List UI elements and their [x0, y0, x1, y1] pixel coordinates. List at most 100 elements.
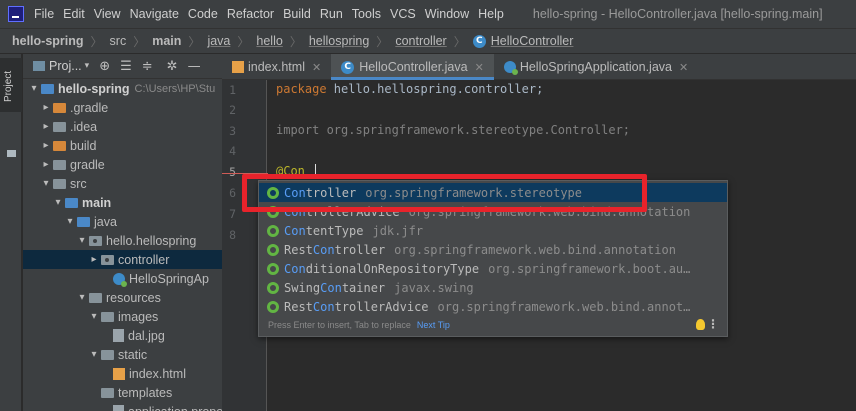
- chevron-right-icon[interactable]: ▸: [39, 102, 53, 113]
- completion-item[interactable]: ContentType jdk.jfr: [259, 221, 727, 240]
- tree-item-hello-hellospring[interactable]: ▾ hello.hellospring: [23, 231, 222, 250]
- line-number: 1: [229, 83, 236, 97]
- tree-item-resources[interactable]: ▾ resources: [23, 288, 222, 307]
- completion-item[interactable]: SwingContainer javax.swing: [259, 278, 727, 297]
- breadcrumb-hellospring[interactable]: hellospring: [309, 34, 369, 48]
- tree-item-dal-jpg[interactable]: dal.jpg: [23, 326, 222, 345]
- menu-navigate[interactable]: Navigate: [130, 7, 179, 21]
- tab-label: HelloController.java: [359, 60, 468, 74]
- completion-item[interactable]: ConditionalOnRepositoryType org.springfra…: [259, 259, 727, 278]
- image-file-icon: [113, 329, 124, 342]
- menu-view[interactable]: View: [94, 7, 121, 21]
- chevron-right-icon[interactable]: ▸: [87, 254, 101, 265]
- chevron-down-icon[interactable]: ▾: [85, 61, 90, 71]
- locate-icon[interactable]: ⊕: [99, 59, 110, 74]
- folder-icon: [53, 159, 66, 170]
- tree-item-images[interactable]: ▾ images: [23, 307, 222, 326]
- breadcrumb-src[interactable]: src: [110, 34, 127, 48]
- next-tip-link[interactable]: Next Tip: [417, 320, 450, 330]
- tree-item-controller[interactable]: ▸ controller: [23, 250, 222, 269]
- menu-help[interactable]: Help: [478, 7, 504, 21]
- tab-index-html[interactable]: index.html ✕: [222, 54, 331, 80]
- tree-item-index-html[interactable]: index.html: [23, 364, 222, 383]
- completion-footer: Press Enter to insert, Tab to replace Ne…: [259, 314, 727, 336]
- completion-item-name: RestController: [284, 243, 385, 257]
- completion-item-package: org.springframework.boot.au…: [488, 261, 691, 276]
- tree-item-application-proper[interactable]: application.proper: [23, 402, 222, 411]
- tree-item-src[interactable]: ▾ src: [23, 174, 222, 193]
- menu-tools[interactable]: Tools: [352, 7, 381, 21]
- completion-name-part: Con: [284, 223, 306, 238]
- line-number: 4: [229, 144, 236, 158]
- tree-item-label: static: [118, 347, 148, 362]
- menu-run[interactable]: Run: [320, 7, 343, 21]
- breadcrumb-separator-icon: 〉: [237, 34, 250, 49]
- tree-item-label: dal.jpg: [128, 328, 165, 343]
- resources-folder-icon: [89, 292, 102, 303]
- package-icon: [101, 254, 114, 265]
- tree-item-main[interactable]: ▾ main: [23, 193, 222, 212]
- tree-item-java[interactable]: ▾ java: [23, 212, 222, 231]
- close-icon[interactable]: ✕: [475, 61, 484, 74]
- project-tool-button[interactable]: Project: [0, 58, 22, 112]
- completion-item-package: jdk.jfr: [372, 223, 424, 238]
- close-icon[interactable]: ✕: [679, 61, 688, 74]
- chevron-right-icon[interactable]: ▸: [39, 159, 53, 170]
- project-view-dropdown[interactable]: Proj...: [49, 59, 82, 73]
- chevron-right-icon[interactable]: ▸: [39, 121, 53, 132]
- breadcrumb-project[interactable]: hello-spring: [12, 34, 84, 48]
- chevron-down-icon[interactable]: ▾: [75, 235, 89, 246]
- tab-hellocontroller[interactable]: C HelloController.java ✕: [331, 54, 494, 80]
- breadcrumb-hello[interactable]: hello: [256, 34, 282, 48]
- breadcrumb-java[interactable]: java: [207, 34, 230, 48]
- menu-build[interactable]: Build: [283, 7, 311, 21]
- tree-item-label: application.proper: [128, 405, 222, 411]
- tree-item-gradle[interactable]: ▸ .gradle: [23, 98, 222, 117]
- completion-name-part: Swing: [284, 280, 321, 295]
- folder-icon: [101, 387, 114, 398]
- chevron-down-icon[interactable]: ▾: [87, 311, 101, 322]
- menu-refactor[interactable]: Refactor: [227, 7, 274, 21]
- completion-item[interactable]: RestController org.springframework.web.bi…: [259, 240, 727, 259]
- folder-icon[interactable]: [7, 150, 16, 157]
- html-file-icon: [232, 61, 244, 73]
- tool-window-strip: Project: [0, 54, 22, 411]
- collapse-all-icon[interactable]: ≑: [142, 59, 153, 74]
- close-icon[interactable]: ✕: [312, 61, 321, 74]
- tree-item-idea[interactable]: ▸ .idea: [23, 117, 222, 136]
- menu-window[interactable]: Window: [425, 7, 469, 21]
- tree-item-gradle[interactable]: ▸ gradle: [23, 155, 222, 174]
- menu-edit[interactable]: Edit: [63, 7, 85, 21]
- chevron-down-icon[interactable]: ▾: [75, 292, 89, 303]
- more-options-icon[interactable]: ⋮: [707, 317, 719, 331]
- annotation-class-icon: [267, 224, 279, 237]
- chevron-right-icon[interactable]: ▸: [39, 140, 53, 151]
- chevron-down-icon[interactable]: ▾: [27, 83, 41, 94]
- lightbulb-icon[interactable]: [696, 319, 705, 330]
- breadcrumb-main[interactable]: main: [152, 34, 181, 48]
- tree-item-label: resources: [106, 290, 161, 305]
- chevron-down-icon[interactable]: ▾: [87, 349, 101, 360]
- tree-item-static[interactable]: ▾ static: [23, 345, 222, 364]
- breadcrumb-controller[interactable]: controller: [395, 34, 446, 48]
- menu-vcs[interactable]: VCS: [390, 7, 416, 21]
- tree-item-hello-spring[interactable]: ▾ hello-spring C:\Users\HP\Stu: [23, 79, 222, 98]
- breadcrumb-hellocontroller[interactable]: HelloController: [491, 34, 574, 48]
- expand-all-icon[interactable]: ☰: [120, 59, 132, 74]
- tree-item-build[interactable]: ▸ build: [23, 136, 222, 155]
- chevron-down-icon[interactable]: ▾: [51, 197, 65, 208]
- project-toolbar: Proj... ▾ ⊕ ☰ ≑ ✲ —: [23, 54, 222, 79]
- menu-code[interactable]: Code: [188, 7, 218, 21]
- code-text: hello.hellospring.controller;: [326, 82, 544, 96]
- tab-hellospringapplication[interactable]: HelloSpringApplication.java ✕: [494, 54, 698, 80]
- tree-item-hellospringap[interactable]: HelloSpringAp: [23, 269, 222, 288]
- chevron-down-icon[interactable]: ▾: [39, 178, 53, 189]
- chevron-down-icon[interactable]: ▾: [63, 216, 77, 227]
- gear-icon[interactable]: ✲: [167, 59, 178, 74]
- breadcrumb-separator-icon: 〉: [453, 34, 466, 49]
- minimize-icon[interactable]: —: [188, 59, 201, 74]
- menu-file[interactable]: File: [34, 7, 54, 21]
- line-number: 3: [229, 124, 236, 138]
- tree-item-label: templates: [118, 385, 173, 400]
- tree-item-templates[interactable]: templates: [23, 383, 222, 402]
